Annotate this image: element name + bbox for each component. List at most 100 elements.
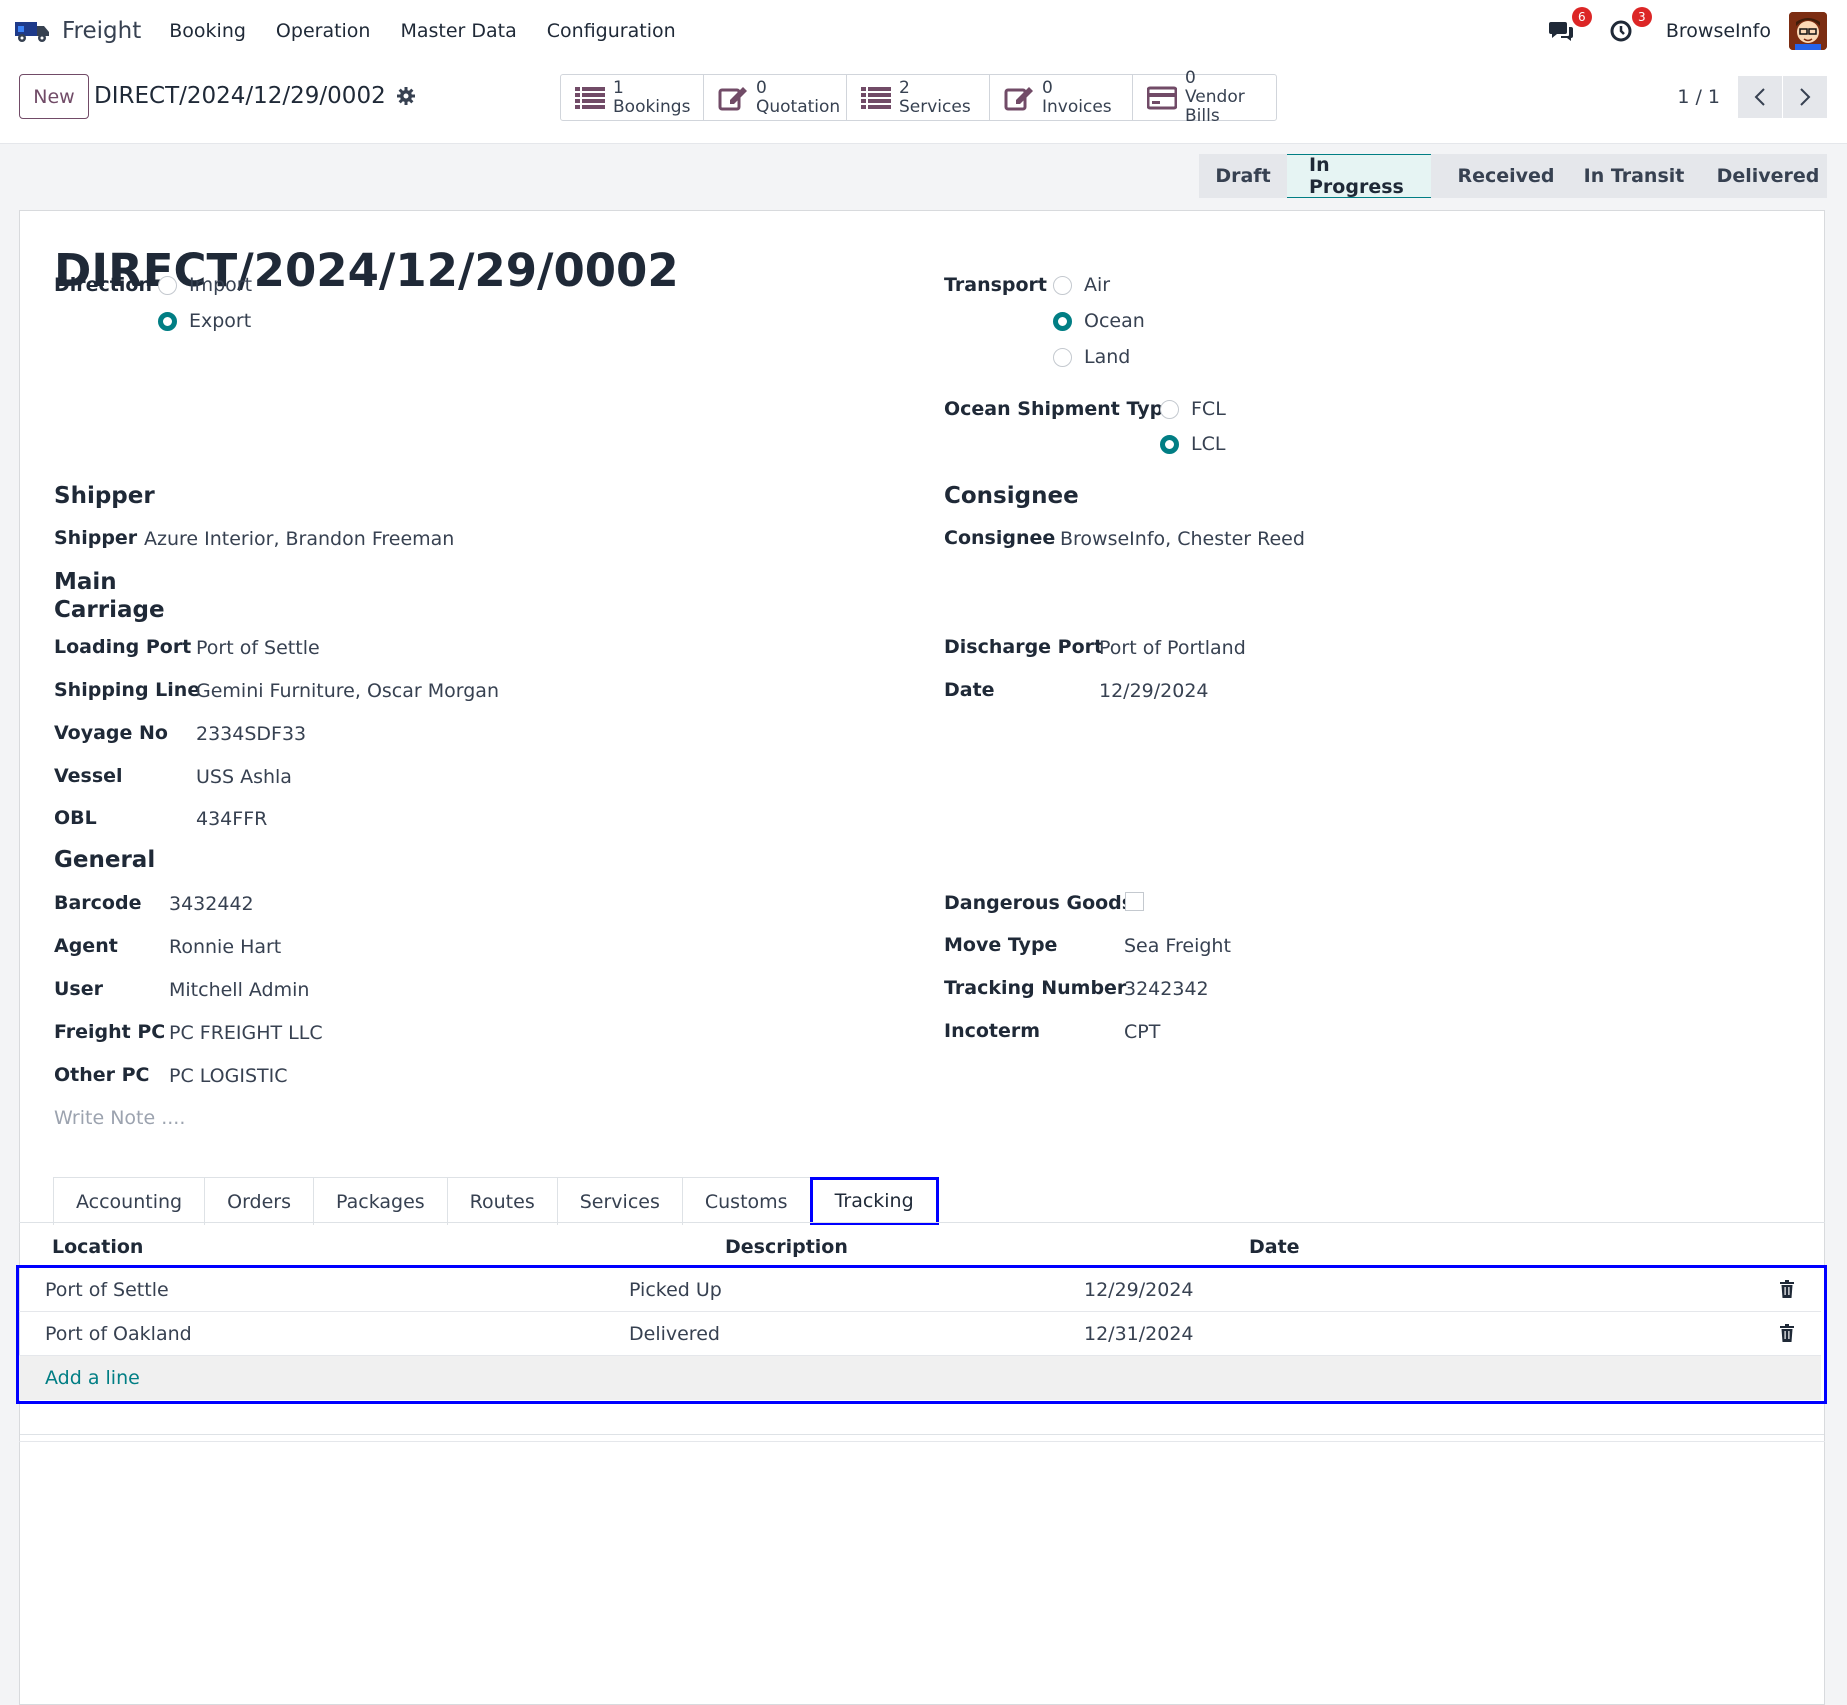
trash-icon[interactable] (1779, 1280, 1795, 1298)
menu-booking[interactable]: Booking (169, 20, 246, 42)
next-button[interactable] (1783, 76, 1827, 118)
quotation-label: Quotation (756, 96, 841, 117)
table-row[interactable]: Port of Settle Picked Up 12/29/2024 (19, 1268, 1821, 1312)
vendor-bills-button[interactable]: 0 Vendor Bills (1133, 69, 1276, 126)
truck-icon (15, 22, 49, 42)
freight-pc-field[interactable]: PC FREIGHT LLC (169, 1022, 323, 1044)
main-menu: Booking Operation Master Data Configurat… (169, 20, 705, 42)
quotation-button[interactable]: 0 Quotation (704, 75, 847, 120)
menu-master-data[interactable]: Master Data (400, 20, 516, 42)
user-field[interactable]: Mitchell Admin (169, 979, 309, 1001)
direction-export-radio[interactable]: Export (158, 310, 251, 332)
obl-label: OBL (54, 807, 97, 829)
services-label: Services (899, 96, 971, 117)
radio-label: FCL (1191, 398, 1226, 420)
row-date[interactable]: 12/29/2024 (1084, 1279, 1194, 1301)
gear-icon[interactable] (396, 86, 416, 106)
messages-button[interactable]: 6 (1546, 7, 1592, 46)
activities-button[interactable]: 3 (1606, 7, 1652, 46)
row-description[interactable]: Picked Up (629, 1279, 722, 1301)
list-icon (575, 86, 605, 109)
discharge-port-label: Discharge Port (944, 636, 1104, 658)
direction-label: Direction (54, 274, 152, 296)
app-name: Freight (62, 18, 142, 44)
new-button[interactable]: New (19, 74, 89, 119)
shipping-line-label: Shipping Line (54, 679, 201, 701)
tracking-number-field[interactable]: 3242342 (1124, 978, 1209, 1000)
row-description[interactable]: Delivered (629, 1323, 720, 1345)
shipping-line-field[interactable]: Gemini Furniture, Oscar Morgan (196, 680, 499, 702)
direction-import-radio[interactable]: Import (158, 274, 252, 296)
discharge-port-field[interactable]: Port of Portland (1099, 637, 1246, 659)
incoterm-field[interactable]: CPT (1124, 1021, 1160, 1043)
breadcrumb: DIRECT/2024/12/29/0002 (94, 83, 416, 109)
pager-value[interactable]: 1 / 1 (1677, 86, 1720, 108)
stage-draft[interactable]: Draft (1199, 154, 1287, 198)
note-field[interactable]: Write Note .... (54, 1107, 185, 1129)
services-button[interactable]: 2 Services (847, 75, 990, 120)
tab-tracking[interactable]: Tracking (809, 1177, 939, 1225)
tab-accounting[interactable]: Accounting (53, 1177, 206, 1225)
shipper-field[interactable]: Azure Interior, Brandon Freeman (144, 528, 454, 550)
menu-configuration[interactable]: Configuration (547, 20, 676, 42)
radio-label: LCL (1191, 433, 1226, 455)
user-label: User (54, 978, 103, 1000)
row-date[interactable]: 12/31/2024 (1084, 1323, 1194, 1345)
barcode-field[interactable]: 3432442 (169, 893, 254, 915)
consignee-field[interactable]: BrowseInfo, Chester Reed (1060, 528, 1305, 550)
tab-routes[interactable]: Routes (446, 1177, 558, 1225)
dangerous-goods-checkbox[interactable] (1125, 892, 1144, 911)
other-pc-field[interactable]: PC LOGISTIC (169, 1065, 288, 1087)
dangerous-goods-label: Dangerous Goods (944, 892, 1134, 914)
stage-label: Received (1457, 165, 1555, 187)
stage-delivered[interactable]: Delivered (1687, 154, 1827, 198)
general-section-title: General (54, 847, 156, 873)
row-location[interactable]: Port of Settle (45, 1279, 169, 1301)
stage-in-transit[interactable]: In Transit (1559, 154, 1687, 198)
ocean-type-label: Ocean Shipment Type (944, 398, 1177, 420)
pager: 1 / 1 (1677, 76, 1827, 118)
tab-orders[interactable]: Orders (204, 1177, 315, 1225)
ocean-lcl-radio[interactable]: LCL (1160, 433, 1225, 455)
menu-operation[interactable]: Operation (276, 20, 371, 42)
previous-button[interactable] (1738, 76, 1782, 118)
invoices-button[interactable]: 0 Invoices (990, 75, 1133, 120)
radio-label: Import (189, 274, 253, 296)
tab-packages[interactable]: Packages (313, 1177, 448, 1225)
vessel-field[interactable]: USS Ashla (196, 766, 292, 788)
move-type-field[interactable]: Sea Freight (1124, 935, 1231, 957)
stage-in-progress[interactable]: In Progress (1287, 154, 1431, 198)
row-location[interactable]: Port of Oakland (45, 1323, 192, 1345)
trash-icon[interactable] (1779, 1324, 1795, 1342)
app-brand[interactable]: Freight (14, 18, 141, 44)
transport-land-radio[interactable]: Land (1053, 346, 1130, 368)
column-description[interactable]: Description (725, 1236, 848, 1258)
user-name[interactable]: BrowseInfo (1666, 20, 1771, 42)
obl-field[interactable]: 434FFR (196, 808, 267, 830)
bookings-button[interactable]: 1 Bookings (561, 75, 704, 120)
agent-field[interactable]: Ronnie Hart (169, 936, 281, 958)
stage-received[interactable]: Received (1431, 154, 1559, 198)
transport-air-radio[interactable]: Air (1053, 274, 1110, 296)
notebook-tabs: Accounting Orders Packages Routes Servic… (53, 1177, 939, 1225)
tab-services[interactable]: Services (556, 1177, 683, 1225)
tab-customs[interactable]: Customs (681, 1177, 811, 1225)
credit-card-icon (1147, 86, 1177, 109)
add-line-link[interactable]: Add a line (45, 1367, 140, 1389)
list-icon (861, 86, 891, 109)
invoices-count: 0 (1042, 77, 1053, 98)
ocean-fcl-radio[interactable]: FCL (1160, 398, 1226, 420)
shipper-label: Shipper (54, 527, 138, 549)
stage-label: Draft (1215, 165, 1271, 187)
move-type-label: Move Type (944, 934, 1058, 956)
column-location[interactable]: Location (52, 1236, 143, 1258)
control-panel: New DIRECT/2024/12/29/0002 1 Bookings 0 … (0, 62, 1847, 144)
transport-ocean-radio[interactable]: Ocean (1053, 310, 1145, 332)
column-date[interactable]: Date (1249, 1236, 1300, 1258)
loading-port-field[interactable]: Port of Settle (196, 637, 320, 659)
table-row[interactable]: Port of Oakland Delivered 12/31/2024 (19, 1312, 1821, 1356)
voyage-field[interactable]: 2334SDF33 (196, 723, 306, 745)
date-field[interactable]: 12/29/2024 (1099, 680, 1209, 702)
avatar[interactable] (1789, 12, 1827, 50)
section-title-line: Main (54, 569, 117, 595)
